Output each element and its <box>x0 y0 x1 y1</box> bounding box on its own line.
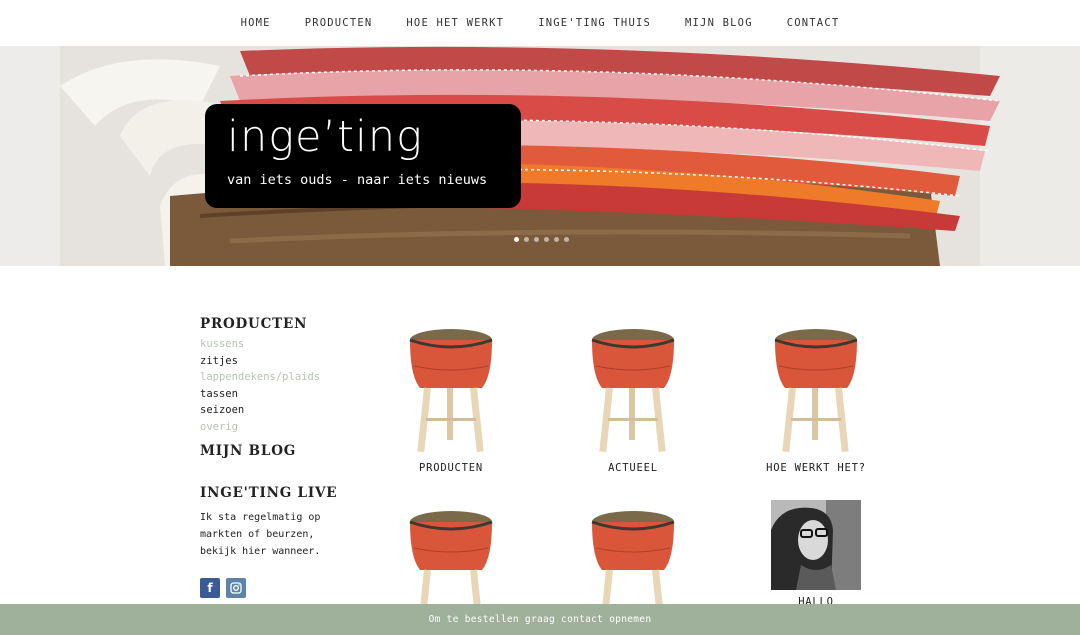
stool-image <box>409 329 493 453</box>
order-notice-text: Om te bestellen graag contact opnemen <box>428 614 652 625</box>
tile-hallo[interactable]: HALLO <box>751 500 881 608</box>
social-links: f <box>200 578 360 598</box>
category-link-seizoen[interactable]: seizoen <box>200 402 360 419</box>
tile-label[interactable]: ACTUEEL <box>568 462 698 474</box>
slider-dots <box>514 237 569 242</box>
slider-dot[interactable] <box>554 237 559 242</box>
blog-heading[interactable]: MIJN BLOG <box>200 443 360 459</box>
slider-dot[interactable] <box>524 237 529 242</box>
stool-image <box>774 329 858 453</box>
nav-contact[interactable]: CONTACT <box>787 17 840 29</box>
slider-dot[interactable] <box>534 237 539 242</box>
hero-image <box>0 46 1080 266</box>
logo-badge: inge’ting van iets ouds - naar iets nieu… <box>205 104 521 208</box>
nav-hoe-het-werkt[interactable]: HOE HET WERKT <box>406 17 504 29</box>
facebook-icon[interactable]: f <box>200 578 220 598</box>
stool-image <box>591 329 675 453</box>
category-link-lappendekens[interactable]: lappendekens/plaids <box>200 369 360 386</box>
tile-actueel[interactable]: ACTUEEL <box>568 326 698 474</box>
nav-mijn-blog[interactable]: MIJN BLOG <box>685 17 753 29</box>
order-notice-bar[interactable]: Om te bestellen graag contact opnemen <box>0 604 1080 635</box>
logo-tagline: van iets ouds - naar iets nieuws <box>227 172 488 188</box>
nav-ingeting-thuis[interactable]: INGE'TING THUIS <box>538 17 651 29</box>
category-link-tassen[interactable]: tassen <box>200 386 360 403</box>
tile-producten[interactable]: PRODUCTEN <box>386 326 516 474</box>
instagram-icon[interactable] <box>226 578 246 598</box>
tile-hoe-werkt-het[interactable]: HOE WERKT HET? <box>751 326 881 474</box>
slider-dot[interactable] <box>544 237 549 242</box>
category-link-kussens[interactable]: kussens <box>200 336 360 353</box>
hero-slider[interactable]: inge’ting van iets ouds - naar iets nieu… <box>0 46 1080 266</box>
logo-title: inge’ting <box>227 112 423 162</box>
product-category-list: kussens zitjes lappendekens/plaids tasse… <box>200 336 360 435</box>
category-link-zitjes[interactable]: zitjes <box>200 353 360 370</box>
nav-home[interactable]: HOME <box>241 17 271 29</box>
live-description: Ik sta regelmatig op markten of beurzen,… <box>200 512 321 557</box>
live-heading: INGE'TING LIVE <box>200 485 338 501</box>
portrait-photo <box>771 500 861 590</box>
slider-dot[interactable] <box>564 237 569 242</box>
nav-producten[interactable]: PRODUCTEN <box>305 17 373 29</box>
slider-dot[interactable] <box>514 237 519 242</box>
sidebar: PRODUCTEN kussens zitjes lappendekens/pl… <box>200 316 360 598</box>
category-link-overig[interactable]: overig <box>200 419 360 436</box>
tile-label[interactable]: HOE WERKT HET? <box>751 462 881 474</box>
main-nav: HOME PRODUCTEN HOE HET WERKT INGE'TING T… <box>0 0 1080 46</box>
products-heading[interactable]: PRODUCTEN <box>200 316 360 332</box>
tile-label[interactable]: PRODUCTEN <box>386 462 516 474</box>
